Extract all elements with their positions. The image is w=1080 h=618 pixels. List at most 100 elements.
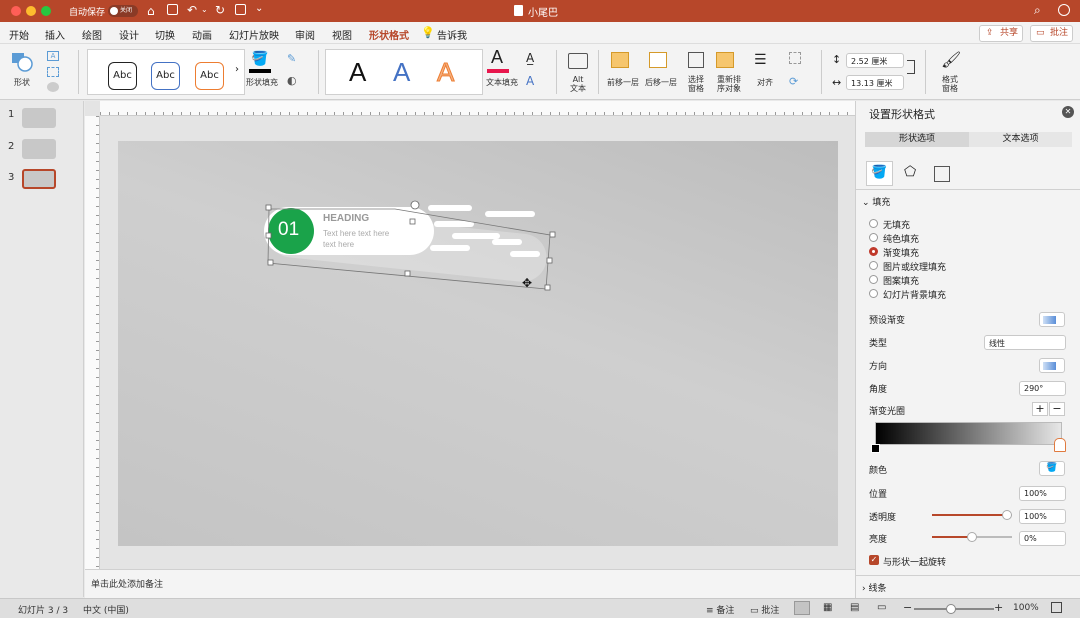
radio-pattern-fill[interactable] — [869, 275, 878, 284]
brightness-slider-track[interactable] — [932, 532, 1012, 542]
chevron-down-icon[interactable]: ⌄ — [201, 5, 208, 14]
transparency-slider-track[interactable] — [932, 510, 1012, 520]
tab-design[interactable]: 设计 — [119, 27, 139, 42]
color-picker[interactable]: 🪣 — [1039, 461, 1065, 476]
line-section-toggle[interactable]: › 线条 — [862, 581, 886, 594]
redo-icon[interactable]: ↻ — [215, 3, 225, 17]
close-icon[interactable]: ✕ — [1062, 106, 1074, 118]
text-fill-icon[interactable]: A — [491, 47, 503, 68]
height-input[interactable]: 2.52 厘米 — [846, 53, 904, 68]
alt-text-label[interactable]: Alt 文本 — [569, 75, 587, 93]
tab-transitions[interactable]: 切换 — [155, 27, 175, 42]
outline-icon[interactable]: ✎ — [287, 52, 296, 65]
slide-sorter-icon[interactable]: ▦ — [823, 602, 832, 613]
notes-area[interactable]: 单击此处添加备注 — [85, 569, 855, 598]
format-pane-icon[interactable]: 🖌 — [941, 50, 961, 69]
crop-icon[interactable] — [907, 60, 915, 74]
slide-thumbnail[interactable] — [22, 139, 56, 159]
autosave-toggle[interactable]: 关闭 — [108, 5, 138, 17]
position-input[interactable]: 100% — [1019, 486, 1066, 501]
vertical-ruler[interactable] — [85, 116, 100, 569]
selection-pane-label[interactable]: 选择 窗格 — [686, 75, 706, 93]
transparency-slider-thumb[interactable] — [1002, 510, 1012, 520]
tab-review[interactable]: 审阅 — [295, 27, 315, 42]
save-icon[interactable] — [167, 4, 178, 15]
tab-slideshow[interactable]: 幻灯片放映 — [229, 27, 279, 42]
brightness-input[interactable]: 0% — [1019, 531, 1066, 546]
type-select[interactable]: 线性 — [984, 335, 1066, 350]
radio-picture-fill[interactable] — [869, 261, 878, 270]
text-effects-icon[interactable]: A — [526, 74, 534, 88]
slide-thumbnail-selected[interactable] — [22, 169, 56, 189]
preset-gradient-picker[interactable] — [1039, 312, 1065, 327]
add-stop-button[interactable]: + — [1032, 402, 1048, 416]
user-icon[interactable] — [1058, 4, 1070, 16]
brightness-slider-thumb[interactable] — [967, 532, 977, 542]
shapes-label[interactable]: 形状 — [14, 78, 30, 87]
fill-line-icon[interactable]: 🪣 — [866, 161, 893, 186]
text-outline-icon[interactable]: A̲ — [526, 51, 534, 65]
wordart-preset-3[interactable]: A — [436, 57, 454, 88]
angle-input[interactable]: 290° — [1019, 381, 1066, 396]
tab-view[interactable]: 视图 — [332, 27, 352, 42]
transparency-input[interactable]: 100% — [1019, 509, 1066, 524]
shape-fill-label[interactable]: 形状填充 — [246, 78, 278, 87]
rotate-with-shape-checkbox[interactable]: ✓ — [869, 555, 879, 565]
width-input[interactable]: 13.13 厘米 — [846, 75, 904, 90]
tab-shape-options[interactable]: 形状选项 — [865, 132, 969, 147]
reorder-label[interactable]: 重新排 序对象 — [714, 75, 744, 93]
send-backward-icon[interactable] — [649, 52, 667, 68]
comments-toggle[interactable]: ▭ 批注 — [750, 603, 779, 616]
text-box-icon[interactable]: A — [47, 51, 59, 61]
print-icon[interactable] — [235, 4, 246, 15]
gallery-next-icon[interactable]: › — [235, 64, 239, 75]
language-indicator[interactable]: 中文 (中国) — [83, 603, 129, 616]
fill-section-toggle[interactable]: ⌄ 填充 — [862, 195, 890, 208]
zoom-window-button[interactable] — [41, 6, 51, 16]
zoom-in-icon[interactable]: + — [994, 601, 1003, 614]
effects-pentagon-icon[interactable]: ⬠ — [904, 164, 916, 180]
format-pane-label[interactable]: 格式 窗格 — [940, 75, 960, 93]
horizontal-ruler[interactable] — [100, 101, 855, 116]
style-preset-1[interactable]: Abc — [108, 62, 137, 90]
remove-stop-button[interactable]: − — [1049, 402, 1065, 416]
bring-forward-icon[interactable] — [611, 52, 629, 68]
rotate-icon[interactable]: ⟳ — [789, 75, 798, 88]
slide-canvas[interactable]: ✥ 01 HEADING Text here text here text he… — [118, 141, 838, 546]
reading-view-icon[interactable]: ▤ — [850, 602, 859, 613]
size-properties-icon[interactable] — [934, 166, 950, 182]
selection-pane-icon[interactable] — [688, 52, 704, 68]
slide-body-line-2[interactable]: text here — [323, 240, 354, 249]
gradient-bar[interactable] — [875, 422, 1062, 445]
slide-heading[interactable]: HEADING — [323, 213, 369, 224]
radio-solid-fill[interactable] — [869, 233, 878, 242]
style-preset-2[interactable]: Abc — [151, 62, 180, 90]
wordart-preset-1[interactable]: A — [349, 57, 366, 88]
reorder-icon[interactable] — [716, 52, 734, 68]
home-icon[interactable]: ⌂ — [147, 4, 155, 18]
more-icon[interactable]: ⌄ — [255, 3, 263, 14]
tab-insert[interactable]: 插入 — [45, 27, 65, 42]
edit-shape-icon[interactable] — [47, 67, 59, 77]
minimize-window-button[interactable] — [26, 6, 36, 16]
fit-to-window-icon[interactable] — [1051, 602, 1062, 613]
slideshow-icon[interactable]: ▭ — [877, 602, 886, 613]
direction-picker[interactable] — [1039, 358, 1065, 373]
slide-number-badge[interactable]: 01 — [278, 219, 299, 241]
share-button[interactable]: ⇪ 共享 — [979, 25, 1023, 42]
radio-gradient-fill[interactable] — [869, 247, 878, 256]
radio-no-fill[interactable] — [869, 219, 878, 228]
zoom-slider[interactable] — [914, 604, 994, 614]
merge-shapes-icon[interactable] — [47, 82, 59, 92]
gradient-stop-right[interactable] — [1054, 438, 1066, 452]
wordart-preset-2[interactable]: A — [393, 57, 410, 88]
send-backward-label[interactable]: 后移一层 — [645, 78, 677, 87]
close-window-button[interactable] — [11, 6, 21, 16]
search-icon[interactable]: ⌕ — [1034, 3, 1041, 18]
tab-animations[interactable]: 动画 — [192, 27, 212, 42]
zoom-slider-thumb[interactable] — [946, 604, 956, 614]
shapes-icon[interactable] — [11, 52, 33, 72]
slide-body-line-1[interactable]: Text here text here — [323, 229, 389, 238]
gradient-stop-left[interactable] — [871, 444, 880, 453]
normal-view-icon[interactable] — [794, 601, 810, 615]
